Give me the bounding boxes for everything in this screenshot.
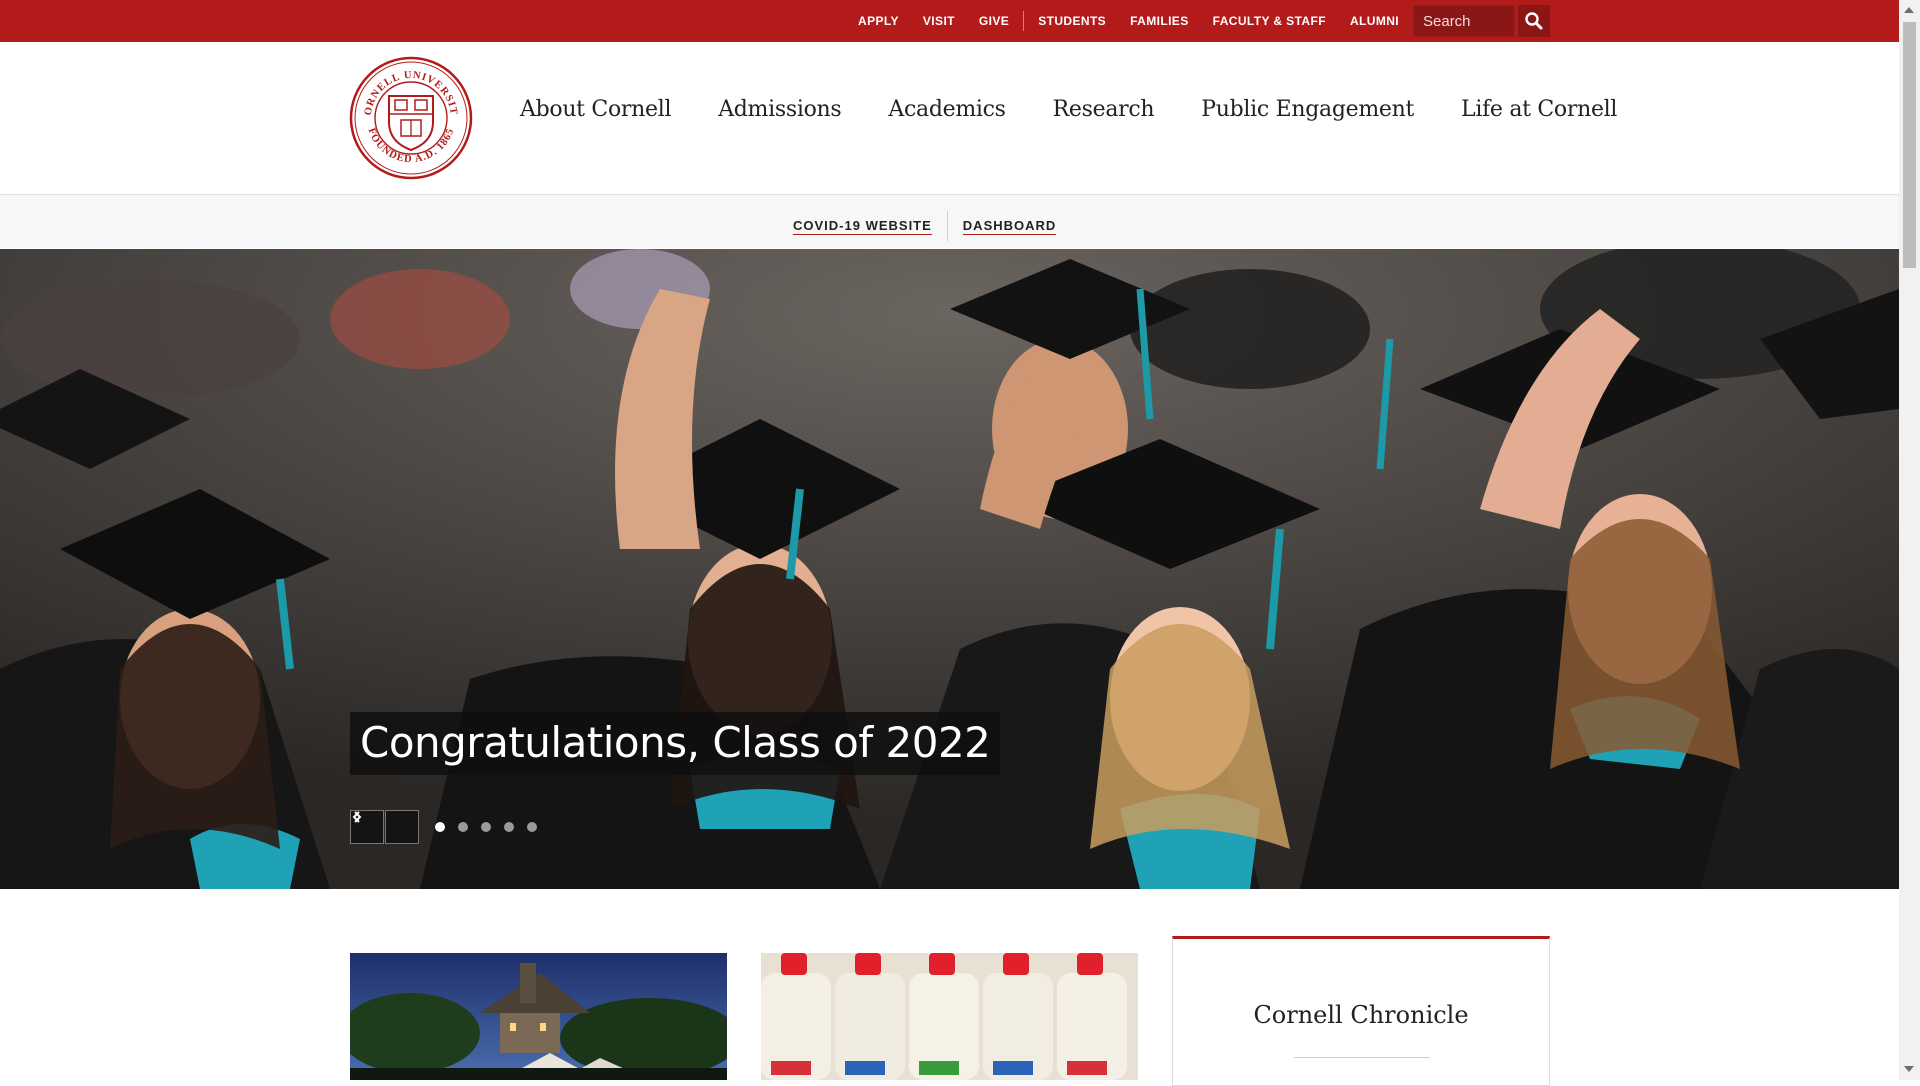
slide-dot-5[interactable]: [527, 822, 537, 832]
announcement-strip: COVID-19 WEBSITE DASHBOARD: [0, 195, 1899, 248]
chronicle-divider: [1294, 1057, 1430, 1058]
util-link-alumni[interactable]: ALUMNI: [1350, 14, 1399, 28]
hero-slideshow: Congratulations, Class of 2022: [0, 249, 1899, 889]
nav-public-engagement[interactable]: Public Engagement: [1201, 97, 1414, 122]
utility-bar: APPLY VISIT GIVE STUDENTS FAMILIES FACUL…: [0, 0, 1899, 42]
util-link-faculty-staff[interactable]: FACULTY & STAFF: [1213, 14, 1326, 28]
hero-caption: Congratulations, Class of 2022: [350, 712, 1001, 775]
util-link-apply[interactable]: APPLY: [858, 14, 899, 28]
chronicle-title: Cornell Chronicle: [1253, 1001, 1469, 1029]
nav-about-cornell[interactable]: About Cornell: [520, 97, 671, 122]
nav-research[interactable]: Research: [1053, 97, 1155, 122]
covid-website-link[interactable]: COVID-19 WEBSITE: [793, 218, 932, 235]
milk-jugs-photo: [761, 953, 1138, 1080]
util-divider: [1023, 11, 1025, 31]
search-input[interactable]: [1413, 5, 1515, 37]
scroll-up-arrow-icon[interactable]: [1904, 7, 1914, 13]
chevron-right-icon: [354, 811, 362, 823]
slide-next-button[interactable]: [354, 810, 419, 844]
nav-academics[interactable]: Academics: [888, 97, 1006, 122]
sub-divider: [946, 211, 948, 241]
slide-dot-3[interactable]: [481, 822, 491, 832]
hero-photo-graduates: [0, 249, 1899, 889]
cornell-seal-logo[interactable]: CORNELL UNIVERSITY FOUNDED A.D. 1865: [349, 56, 473, 180]
slide-dot-1[interactable]: [435, 822, 445, 832]
campus-night-photo: [350, 953, 727, 1080]
slide-dots: [435, 822, 550, 832]
feature-card-campus-night[interactable]: [350, 953, 727, 1080]
slide-dot-4[interactable]: [504, 822, 514, 832]
nav-admissions[interactable]: Admissions: [718, 97, 842, 122]
slide-dot-2[interactable]: [458, 822, 468, 832]
util-link-visit[interactable]: VISIT: [923, 14, 955, 28]
site-header: CORNELL UNIVERSITY FOUNDED A.D. 1865 Abo…: [0, 42, 1899, 195]
util-link-students[interactable]: STUDENTS: [1038, 14, 1106, 28]
main-nav: About Cornell Admissions Academics Resea…: [520, 97, 1617, 122]
slideshow-controls: [350, 810, 550, 844]
feature-card-milk-jugs[interactable]: [761, 953, 1138, 1080]
magnifier-icon: [1525, 12, 1543, 30]
utility-nav: APPLY VISIT GIVE STUDENTS FAMILIES FACUL…: [858, 0, 1423, 42]
nav-life-at-cornell[interactable]: Life at Cornell: [1461, 97, 1617, 122]
scroll-thumb[interactable]: [1903, 22, 1916, 268]
cornell-chronicle-card[interactable]: Cornell Chronicle: [1172, 936, 1550, 1086]
dashboard-link[interactable]: DASHBOARD: [962, 218, 1057, 235]
search-button[interactable]: [1518, 5, 1550, 37]
util-link-give[interactable]: GIVE: [979, 14, 1009, 28]
scroll-down-arrow-icon[interactable]: [1904, 1066, 1914, 1072]
page-scrollbar[interactable]: [1899, 0, 1920, 1080]
util-link-families[interactable]: FAMILIES: [1130, 14, 1189, 28]
